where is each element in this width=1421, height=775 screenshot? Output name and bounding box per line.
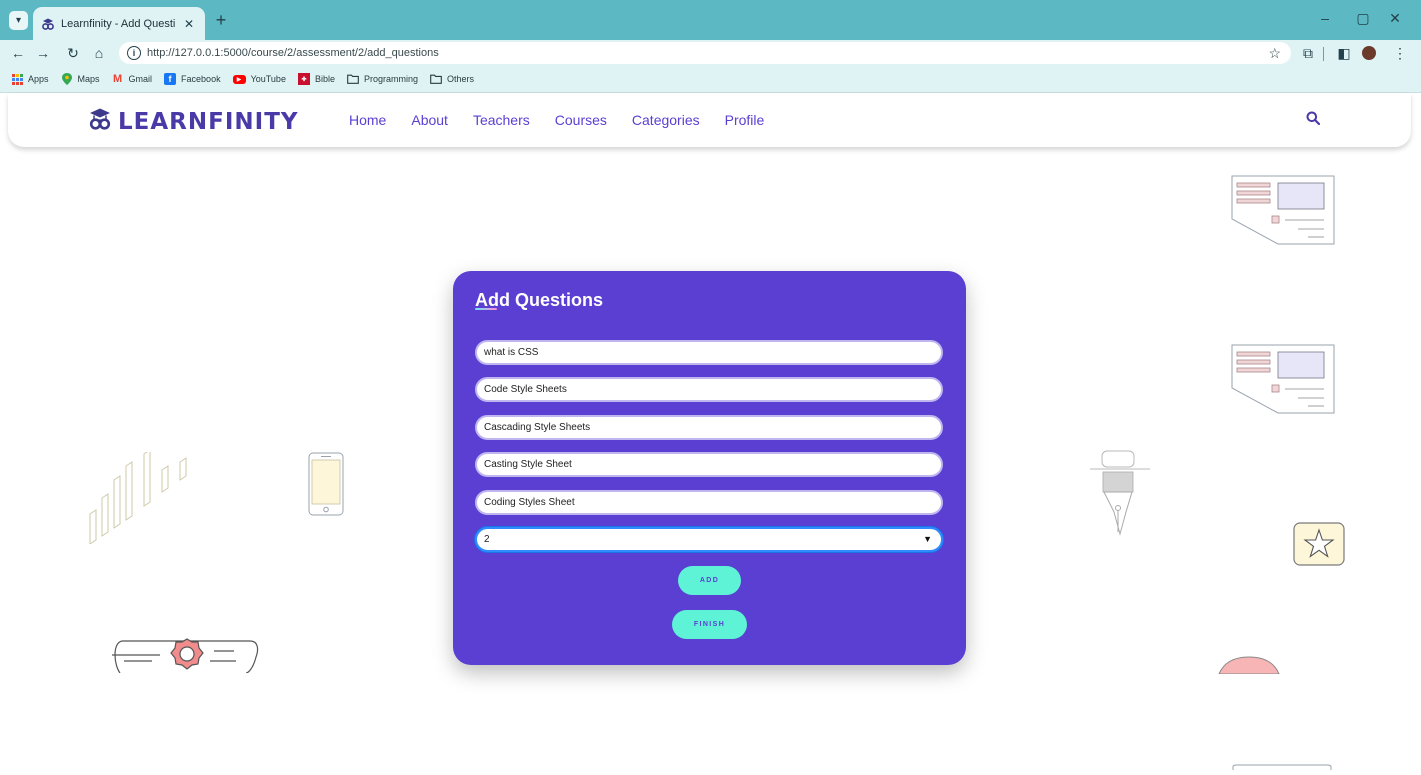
new-tab-icon[interactable]: + xyxy=(211,10,231,31)
toolbar-divider xyxy=(1323,47,1324,61)
pie-chart-illustration-icon xyxy=(1218,656,1280,679)
url-text: http://127.0.0.1:5000/course/2/assessmen… xyxy=(147,47,439,59)
search-icon[interactable] xyxy=(1306,111,1324,129)
forward-arrow-icon[interactable]: → xyxy=(33,43,53,63)
option-4-input[interactable] xyxy=(475,490,943,515)
profile-avatar[interactable] xyxy=(1362,46,1376,60)
web-layout-illustration-icon xyxy=(1230,343,1336,420)
apps-grid-icon xyxy=(11,73,23,85)
star-icon xyxy=(1293,522,1345,571)
reload-icon[interactable]: ↻ xyxy=(63,43,83,63)
tab-search-chevron-icon[interactable]: ▾ xyxy=(9,11,28,30)
nav-teachers[interactable]: Teachers xyxy=(473,112,530,128)
site-logo[interactable]: LEARNFINITY xyxy=(87,106,299,137)
option-2-input[interactable] xyxy=(475,415,943,440)
bookmark-label: Bible xyxy=(314,74,335,84)
folder-icon xyxy=(430,73,442,85)
gmail-icon: M xyxy=(112,73,123,85)
bookmark-maps[interactable]: Maps xyxy=(61,73,100,85)
back-arrow-icon[interactable]: ← xyxy=(8,43,28,63)
bible-icon: ✚ xyxy=(297,73,310,85)
nav-home[interactable]: Home xyxy=(349,112,386,128)
smartphone-illustration-icon xyxy=(308,452,344,521)
side-panel-icon[interactable]: ◧ xyxy=(1334,43,1354,63)
web-layout-illustration-icon xyxy=(1230,174,1336,251)
nav-links: Home About Teachers Courses Categories P… xyxy=(349,112,764,128)
browser-toolbar: ← → ↻ ⌂ i http://127.0.0.1:5000/course/2… xyxy=(0,40,1421,66)
extensions-puzzle-icon[interactable]: ⧉ xyxy=(1298,43,1318,63)
option-3-input[interactable] xyxy=(475,452,943,477)
bookmark-label: Others xyxy=(447,74,475,84)
finish-button[interactable]: FINISH xyxy=(672,610,747,639)
home-icon[interactable]: ⌂ xyxy=(89,43,109,63)
bookmark-label: Programming xyxy=(363,74,418,84)
option-1-input[interactable] xyxy=(475,377,943,402)
bookmark-apps[interactable]: Apps xyxy=(11,73,49,85)
youtube-icon: ▶ xyxy=(232,74,246,84)
nav-categories[interactable]: Categories xyxy=(632,112,700,128)
bar-chart-illustration-icon xyxy=(88,449,192,549)
bookmark-label: Maps xyxy=(77,74,100,84)
question-input[interactable] xyxy=(475,340,943,365)
bookmark-label: YouTube xyxy=(250,74,286,84)
tab-title: Learnfinity - Add Questions xyxy=(61,17,175,30)
address-bar[interactable]: i http://127.0.0.1:5000/course/2/assessm… xyxy=(119,42,1291,64)
decorative-frame-icon xyxy=(1232,757,1332,775)
kebab-menu-icon[interactable]: ⋮ xyxy=(1390,43,1410,63)
add-questions-card: Add Questions 2 ▼ ADD FINISH xyxy=(453,271,966,665)
close-tab-icon[interactable]: ✕ xyxy=(181,17,197,31)
logo-text: LEARNFINITY xyxy=(118,108,299,135)
restore-icon[interactable]: ▢ xyxy=(1352,10,1374,27)
folder-icon xyxy=(347,73,359,85)
bookmark-star-icon[interactable]: ☆ xyxy=(1268,45,1281,62)
diploma-scroll-illustration-icon xyxy=(110,635,262,678)
bookmark-others[interactable]: Others xyxy=(430,73,474,85)
browser-tab-active[interactable]: Learnfinity - Add Questions ✕ xyxy=(33,7,205,40)
bookmark-label: Facebook xyxy=(181,74,221,84)
learnfinity-favicon-icon xyxy=(41,17,55,31)
bookmark-facebook[interactable]: f Facebook xyxy=(164,73,221,85)
title-underline xyxy=(475,308,497,310)
bookmark-label: Apps xyxy=(28,74,49,84)
nav-about[interactable]: About xyxy=(411,112,448,128)
nav-courses[interactable]: Courses xyxy=(555,112,607,128)
browser-tabstrip: ▾ Learnfinity - Add Questions ✕ + – ▢ ✕ xyxy=(0,0,1421,40)
site-info-icon[interactable]: i xyxy=(127,46,141,60)
dropdown-arrow-icon: ▼ xyxy=(923,534,932,544)
bookmark-label: Gmail xyxy=(128,74,153,84)
bookmark-bible[interactable]: ✚ Bible xyxy=(297,73,335,85)
add-button[interactable]: ADD xyxy=(678,566,741,595)
bookmark-gmail[interactable]: M Gmail xyxy=(112,73,153,85)
correct-answer-select[interactable]: 2 ▼ xyxy=(475,527,943,552)
bookmark-youtube[interactable]: ▶ YouTube xyxy=(232,74,286,84)
bookmarks-bar: Apps Maps M Gmail f Facebook ▶ YouTube ✚… xyxy=(0,66,1421,93)
facebook-icon: f xyxy=(164,73,177,85)
logo-mortarboard-icon xyxy=(87,106,113,137)
select-value: 2 xyxy=(484,534,490,545)
pen-nib-illustration-icon xyxy=(1090,450,1150,541)
close-window-icon[interactable]: ✕ xyxy=(1384,10,1406,27)
site-navbar: LEARNFINITY Home About Teachers Courses … xyxy=(8,93,1411,147)
minimize-icon[interactable]: – xyxy=(1314,10,1336,26)
nav-profile[interactable]: Profile xyxy=(725,112,765,128)
maps-pin-icon xyxy=(61,73,73,85)
bookmark-programming[interactable]: Programming xyxy=(347,73,418,85)
